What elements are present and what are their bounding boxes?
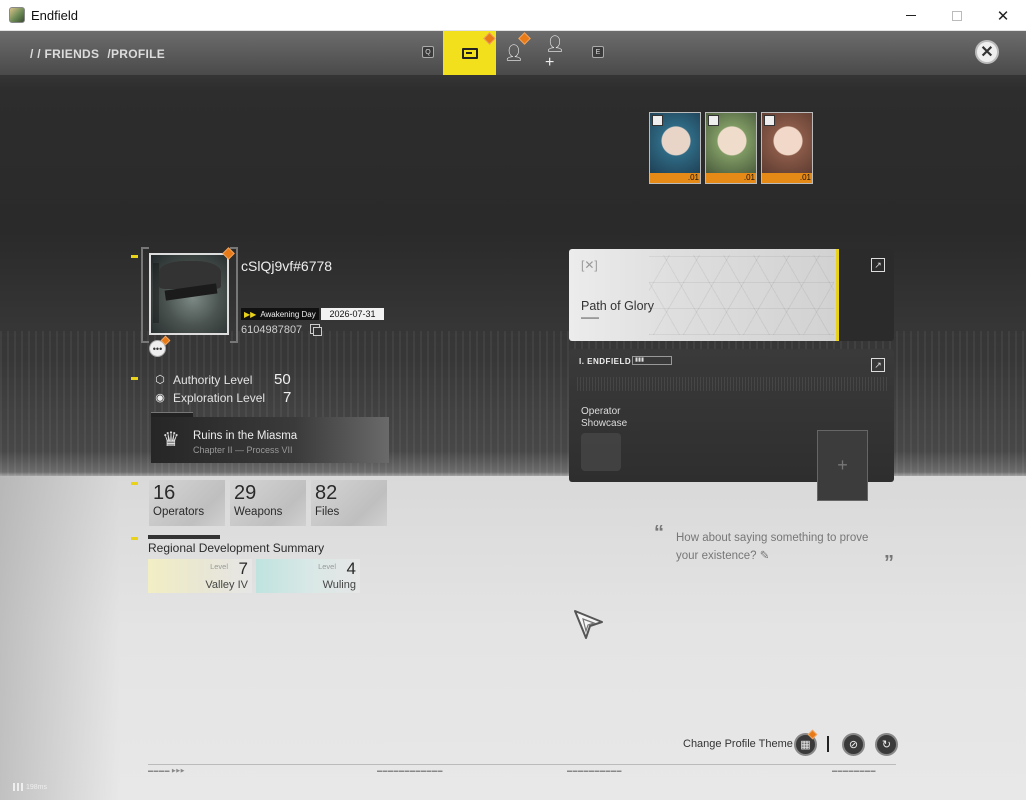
breadcrumb: / / FRIENDS/PROFILE xyxy=(30,47,173,61)
maximize-button[interactable] xyxy=(934,0,980,31)
hide-ui-button[interactable]: ⊘ xyxy=(842,733,865,756)
stat-files[interactable]: 82 Files xyxy=(311,480,387,526)
window-close-button[interactable]: ✕ xyxy=(980,0,1026,31)
mission-title: Ruins in the Miasma xyxy=(193,430,298,442)
region-valley-iv[interactable]: Level 7 Valley IV xyxy=(148,559,252,593)
awakening-date: 2026-07-31 xyxy=(321,308,384,320)
quote-open-icon: “ xyxy=(654,522,664,544)
stat-weapons[interactable]: 29 Weapons xyxy=(230,480,306,526)
add-operator-slot[interactable]: + xyxy=(817,430,868,501)
copy-icon[interactable] xyxy=(310,324,322,336)
operator-slot-2[interactable]: .01 xyxy=(705,112,757,184)
expand-showcase-icon[interactable]: ↗ xyxy=(871,358,885,372)
region-wuling[interactable]: Level 4 Wuling xyxy=(256,559,360,593)
top-navigation: / / FRIENDS/PROFILE Q 👤︎ 👤︎+ E ✕ xyxy=(0,31,1026,75)
exploration-level-row: ◉ Exploration Level xyxy=(153,391,265,405)
hexagon-icon: ⬡ xyxy=(155,374,165,386)
stat-operators[interactable]: 16 Operators xyxy=(149,480,225,526)
breadcrumb-profile: /PROFILE xyxy=(107,47,166,61)
app-icon xyxy=(9,7,25,23)
game-viewport: / / FRIENDS/PROFILE Q 👤︎ 👤︎+ E ✕ cSlQj9v… xyxy=(0,31,1026,800)
refresh-button[interactable]: ↻ xyxy=(875,733,898,756)
mission-card[interactable]: ♛ Ruins in the Miasma Chapter II — Proce… xyxy=(151,412,389,463)
glory-title: Path of Glory xyxy=(581,299,654,313)
fast-forward-icon: ▶▶ xyxy=(244,309,257,319)
eye-icon: ◉ xyxy=(155,392,165,404)
person-icon: 👤︎ xyxy=(503,45,525,62)
change-theme-label[interactable]: Change Profile Theme xyxy=(683,738,793,750)
avatar[interactable] xyxy=(149,253,229,335)
tab-friends[interactable]: 👤︎ xyxy=(503,31,531,75)
showcase-header: I. ENDFIELD xyxy=(579,357,632,366)
showcase-label: Operator Showcase xyxy=(581,406,628,429)
endfield-logo-icon: [✕] xyxy=(581,258,598,272)
user-id: 6104987807 xyxy=(241,324,303,336)
notification-diamond-icon xyxy=(483,32,496,45)
authority-level-value: 50 xyxy=(274,371,291,388)
id-card-icon xyxy=(461,47,478,59)
network-ping: 198ms xyxy=(13,783,47,791)
operator-slot-3[interactable]: .01 xyxy=(761,112,813,184)
hexagon-pattern xyxy=(649,255,834,335)
signature-text[interactable]: How about saying something to prove your… xyxy=(676,529,886,565)
next-tab-key-hint[interactable]: E xyxy=(592,46,604,58)
operator-silhouette-icon xyxy=(581,433,621,471)
player-name: cSlQj9vf#6778 xyxy=(241,258,333,274)
expand-glory-icon[interactable]: ↗ xyxy=(871,258,885,272)
window-title: Endfield xyxy=(31,8,78,23)
close-profile-button[interactable]: ✕ xyxy=(975,40,999,64)
add-person-icon: 👤︎+ xyxy=(545,36,566,71)
breadcrumb-friends[interactable]: / / FRIENDS xyxy=(30,47,99,61)
edit-pencil-icon[interactable]: ✎ xyxy=(760,550,770,562)
awakening-day-label: ▶▶ Awakening Day xyxy=(241,308,319,320)
path-of-glory-card[interactable]: [✕] Path of Glory ▬▬▬ xyxy=(569,249,894,341)
mouse-cursor-icon xyxy=(574,610,603,639)
mission-emblem-icon: ♛ xyxy=(162,429,180,451)
authority-level-row: ⬡ Authority Level xyxy=(153,373,252,387)
tab-profile-card[interactable] xyxy=(443,31,496,75)
tab-add-friend[interactable]: 👤︎+ xyxy=(545,31,567,75)
signal-bars-icon xyxy=(13,783,23,791)
minimize-button[interactable] xyxy=(888,0,934,31)
window-titlebar: Endfield ✕ xyxy=(0,0,1026,31)
operator-slot-1[interactable]: .01 xyxy=(649,112,701,184)
prev-tab-key-hint[interactable]: Q xyxy=(422,46,434,58)
mission-subtitle: Chapter II — Process VII xyxy=(193,445,293,455)
regional-summary-title: Regional Development Summary xyxy=(148,541,325,555)
quote-close-icon: ” xyxy=(884,552,894,574)
exploration-level-value: 7 xyxy=(283,389,292,406)
